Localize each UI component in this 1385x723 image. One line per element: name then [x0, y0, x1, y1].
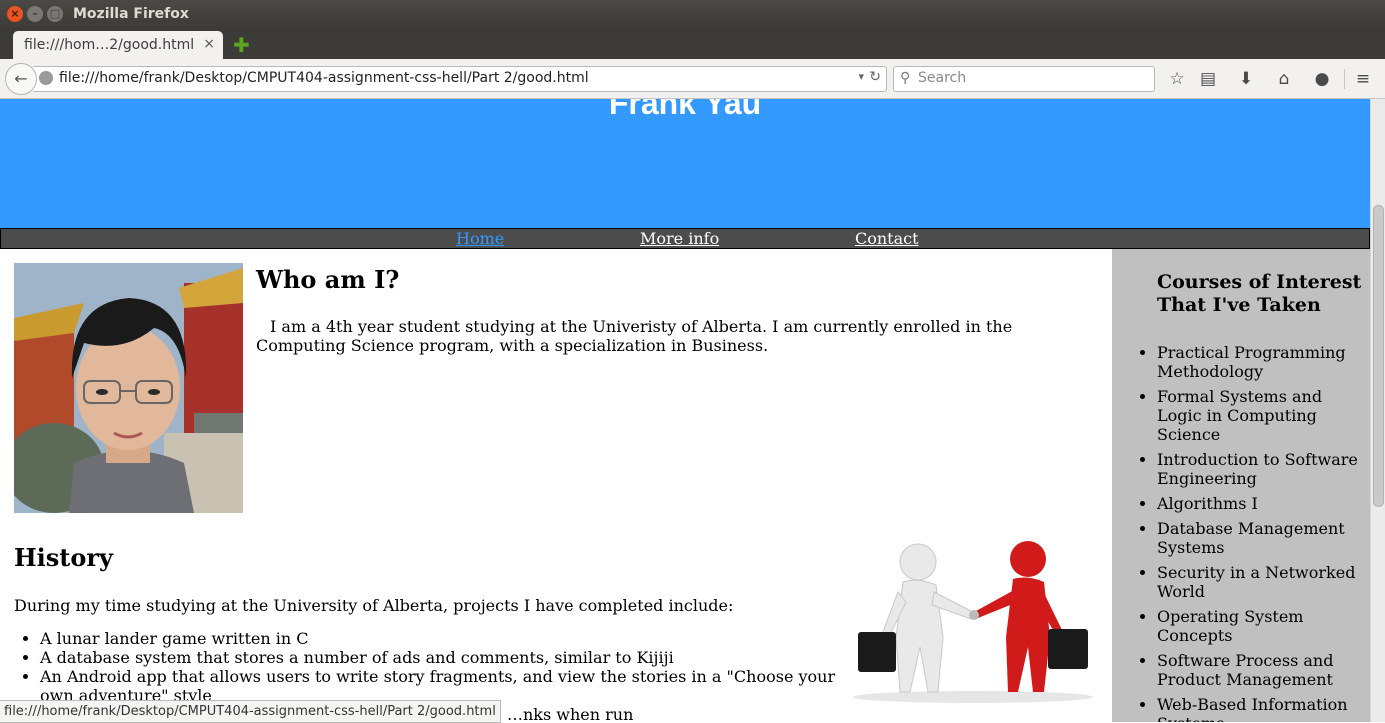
tab-label: file:///hom…2/good.html: [24, 37, 195, 53]
course-item: Formal Systems and Logic in Computing Sc…: [1157, 387, 1362, 444]
site-title: Frank Yau: [608, 99, 762, 121]
window-maximize-icon[interactable]: □: [47, 6, 63, 22]
list-item: A database system that stores a number o…: [40, 648, 860, 667]
window-titlebar: × – □ Mozilla Firefox: [0, 0, 1385, 29]
reload-icon[interactable]: ↻: [869, 69, 881, 85]
scrollbar-thumb[interactable]: [1373, 205, 1384, 507]
navigation-toolbar: file:///home/frank/Desktop/CMPUT404-assi…: [0, 59, 1385, 99]
url-text[interactable]: file:///home/frank/Desktop/CMPUT404-assi…: [59, 70, 589, 86]
who-paragraph: I am a 4th year student studying at the …: [256, 317, 1013, 355]
site-nav: Home More info Contact: [0, 228, 1370, 249]
nav-link-more-info[interactable]: More info: [640, 229, 719, 248]
vertical-scrollbar[interactable]: [1370, 99, 1385, 722]
home-icon[interactable]: ⌂: [1273, 68, 1295, 90]
tab-strip: file:///hom…2/good.html × ✚: [0, 29, 1385, 59]
site-header: Frank Yau: [0, 99, 1370, 228]
portrait-illustration: [14, 263, 243, 513]
list-item: A lunar lander game written in C: [40, 629, 860, 648]
course-item: Web-Based Information Systems: [1157, 695, 1362, 722]
nav-link-home[interactable]: Home: [456, 229, 504, 248]
handshake-image: [848, 537, 1098, 703]
course-item: Software Process and Product Management: [1157, 651, 1362, 689]
course-item: Security in a Networked World: [1157, 563, 1362, 601]
downloads-icon[interactable]: ⬇: [1235, 68, 1257, 90]
site-identity-icon[interactable]: [39, 71, 53, 85]
search-icon: ⚲: [900, 70, 911, 86]
course-item: Introduction to Software Engineering: [1157, 450, 1362, 488]
toolbar-separator: [1344, 69, 1345, 89]
nav-link-contact[interactable]: Contact: [855, 229, 919, 248]
course-item: Algorithms I: [1157, 494, 1362, 513]
bookmark-star-icon[interactable]: ☆: [1166, 68, 1188, 90]
history-heading: History: [14, 543, 113, 572]
history-intro: During my time studying at the Universit…: [14, 596, 734, 615]
url-bar[interactable]: file:///home/frank/Desktop/CMPUT404-assi…: [33, 66, 887, 92]
tab-close-icon[interactable]: ×: [203, 36, 215, 52]
url-history-dropdown-icon[interactable]: ▾: [858, 70, 864, 83]
link-status-bar: file:///home/frank/Desktop/CMPUT404-assi…: [0, 700, 501, 723]
portrait-photo: [14, 263, 243, 513]
course-item: Operating System Concepts: [1157, 607, 1362, 645]
courses-sidebar: Courses of Interest That I've Taken Prac…: [1112, 249, 1370, 722]
back-button[interactable]: ←: [5, 63, 37, 95]
reading-list-icon[interactable]: ▤: [1197, 68, 1219, 90]
window-close-icon[interactable]: ×: [7, 6, 23, 22]
new-tab-icon[interactable]: ✚: [233, 33, 250, 57]
who-heading: Who am I?: [256, 265, 400, 294]
search-input[interactable]: [918, 69, 1144, 87]
sidebar-title: Courses of Interest That I've Taken: [1157, 271, 1362, 316]
menu-icon[interactable]: ≡: [1352, 68, 1374, 90]
course-item: Practical Programming Methodology: [1157, 343, 1362, 381]
course-list: Practical Programming Methodology Formal…: [1157, 343, 1362, 722]
tab-good-html[interactable]: file:///hom…2/good.html ×: [13, 31, 223, 59]
course-item: Database Management Systems: [1157, 519, 1362, 557]
window-minimize-icon[interactable]: –: [27, 6, 43, 22]
search-bar[interactable]: ⚲: [893, 66, 1155, 92]
page-viewport: Frank Yau Home More info Contact Who am …: [0, 99, 1370, 722]
window-title: Mozilla Firefox: [73, 6, 189, 22]
handshake-illustration: [853, 541, 1093, 703]
chat-icon[interactable]: ●: [1311, 68, 1333, 90]
